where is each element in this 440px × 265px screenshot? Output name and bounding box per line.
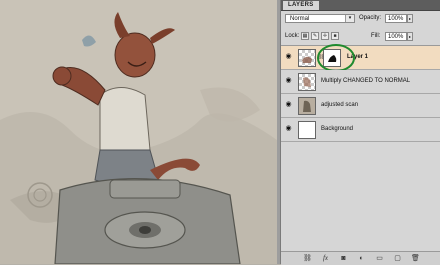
blend-mode-value: Normal (290, 16, 310, 22)
panel-tab-bar: LAYERS (281, 0, 440, 11)
opacity-arrow-icon[interactable]: ▸ (407, 14, 413, 23)
blend-opacity-row: Normal ▾ Opacity: 100% ▸ (281, 13, 440, 25)
eye-icon[interactable]: ◉ (284, 76, 293, 86)
fill-label: Fill: (371, 33, 381, 39)
lock-pixels-icon[interactable]: ✎ (311, 32, 319, 40)
fill-arrow-icon[interactable]: ▸ (407, 32, 413, 41)
new-layer-icon[interactable]: ▢ (393, 254, 402, 263)
fx-icon[interactable]: fx (321, 254, 330, 263)
folder-icon[interactable]: ▭ (375, 254, 384, 263)
chevron-down-icon: ▾ (345, 15, 354, 22)
tab-layers[interactable]: LAYERS (283, 1, 319, 10)
layer-thumbnail (298, 121, 316, 139)
artwork-illustration (0, 0, 277, 264)
link-icon[interactable]: ⛓ (303, 254, 312, 263)
lock-all-icon[interactable]: ■ (331, 32, 339, 40)
canvas-area[interactable] (0, 0, 277, 264)
layer-name: adjusted scan (321, 102, 359, 108)
layer-name: Background (321, 126, 354, 132)
trash-icon[interactable]: 🗑 (411, 254, 420, 263)
adjustment-icon[interactable]: ◐ (357, 254, 366, 263)
layers-bottom-toolbar: ⛓ fx ◙ ◐ ▭ ▢ 🗑 (281, 251, 440, 265)
layer-name: Multiply CHANGED TO NORMAL (321, 78, 411, 84)
layer-row-background[interactable]: ◉ Background (281, 118, 440, 142)
lock-label: Lock: (285, 33, 300, 39)
lock-fill-row: Lock: ▦ ✎ ✛ ■ Fill: 100% ▸ (281, 31, 440, 43)
opacity-label: Opacity: (359, 15, 382, 21)
layer-thumbnail (298, 49, 316, 67)
fill-field[interactable]: 100% (385, 32, 407, 41)
blend-mode-select[interactable]: Normal ▾ (285, 14, 355, 23)
layer-row-multiply[interactable]: ◉ Multiply CHANGED TO NORMAL (281, 70, 440, 94)
layer-row-adjusted-scan[interactable]: ◉ adjusted scan (281, 94, 440, 118)
opacity-field[interactable]: 100% (385, 14, 407, 23)
layers-panel: LAYERS Normal ▾ Opacity: 100% ▸ Lock: ▦ … (280, 0, 440, 265)
layer-row-layer-1[interactable]: ◉ ⛓ Layer 1 (281, 44, 440, 72)
eye-icon[interactable]: ◉ (284, 100, 293, 110)
layer-thumbnail (298, 97, 316, 115)
layers-list: ◉ ⛓ Layer 1 ◉ Multiply CHANGED TO NORMAL (281, 44, 440, 252)
eye-icon[interactable]: ◉ (284, 124, 293, 134)
mask-icon[interactable]: ◙ (339, 254, 348, 263)
lock-transparency-icon[interactable]: ▦ (301, 32, 309, 40)
lock-position-icon[interactable]: ✛ (321, 32, 329, 40)
layer-thumbnail (298, 73, 316, 91)
eye-icon[interactable]: ◉ (284, 52, 293, 62)
